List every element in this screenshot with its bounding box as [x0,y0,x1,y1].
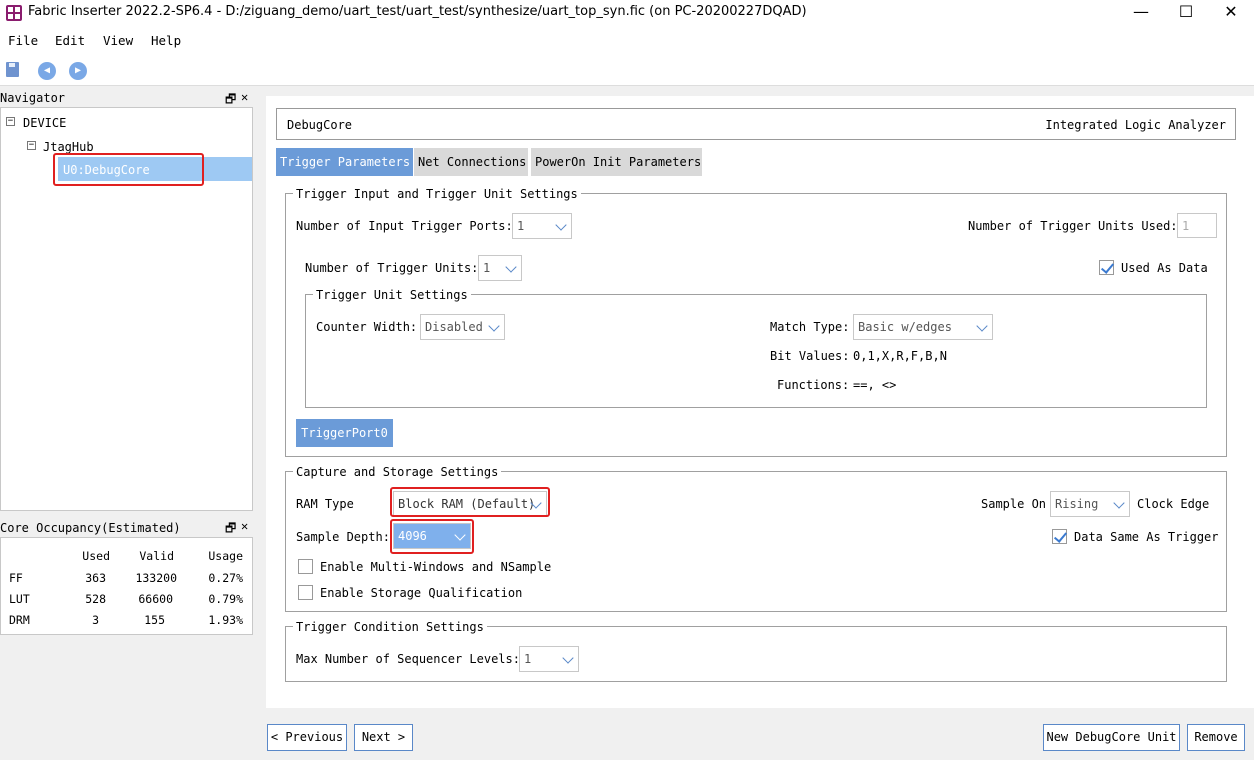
input-ports-value: 1 [517,219,525,233]
data-same-as-trigger-checkbox[interactable] [1052,529,1067,544]
arrow-left-icon[interactable]: ◀ [38,62,56,80]
chevron-down-icon [555,219,567,231]
table-cell: 66600 [138,592,173,606]
app-icon [6,5,22,21]
multi-windows-checkbox[interactable] [298,559,313,574]
units-used-label: Number of Trigger Units Used: [968,219,1178,233]
previous-button[interactable]: < Previous [267,724,347,751]
chevron-down-icon [505,261,517,273]
bit-values-label: Bit Values: [770,349,850,363]
occupancy-close-icon[interactable]: ✕ [241,519,248,533]
menu-help[interactable]: Help [151,33,181,48]
menu-bar: File Edit View Help [0,26,1254,56]
column-header-used: Used [82,549,110,563]
match-type-label: Match Type: [770,320,850,334]
trigger-unit-settings-legend: Trigger Unit Settings [313,288,471,302]
clock-edge-label: Clock Edge [1137,497,1210,511]
functions-value: ==, <> [853,378,897,392]
used-as-data-label: Used As Data [1121,261,1208,275]
title-bar: Fabric Inserter 2022.2-SP6.4 - D:/ziguan… [0,0,1254,26]
navigator-close-icon[interactable]: ✕ [241,90,248,104]
menu-view[interactable]: View [103,33,133,48]
trigger-port0-button[interactable]: TriggerPort0 [296,419,393,447]
core-header: DebugCore Integrated Logic Analyzer [276,108,1236,140]
table-row-label: LUT [9,592,30,606]
sample-on-label: Sample On [981,497,1047,511]
trigger-input-legend: Trigger Input and Trigger Unit Settings [293,187,581,201]
core-header-type: Integrated Logic Analyzer [1045,118,1226,132]
functions-label: Functions: [777,378,850,392]
highlight-box [390,487,550,517]
table-cell: 155 [144,613,165,627]
sample-on-value: Rising [1055,497,1099,511]
trigger-units-value: 1 [483,261,491,275]
arrow-right-icon[interactable]: ▶ [69,62,87,80]
multi-windows-label: Enable Multi-Windows and NSample [320,560,552,574]
maximize-button[interactable]: ☐ [1163,0,1209,26]
chevron-down-icon [1113,497,1125,509]
core-header-title: DebugCore [287,118,353,132]
chevron-down-icon [488,320,500,332]
trigger-condition-legend: Trigger Condition Settings [293,620,487,634]
counter-width-label: Counter Width: [316,320,418,334]
menu-file[interactable]: File [8,33,38,48]
highlight-box [390,519,474,554]
minimize-button[interactable]: — [1118,0,1164,26]
sample-on-select[interactable]: Rising [1050,491,1130,517]
tree-node-jtaghub[interactable]: JtagHub [43,140,94,154]
table-row-label: DRM [9,613,30,627]
collapse-icon[interactable]: − [6,117,15,126]
table-cell: 528 [85,592,106,606]
trigger-unit-settings-group [305,294,1207,408]
ram-type-label: RAM Type [296,497,354,511]
table-cell: 1.93% [208,613,243,627]
save-icon[interactable] [6,62,19,77]
table-cell: 0.27% [208,571,243,585]
table-cell: 363 [85,571,106,585]
tab-net-connections[interactable]: Net Connections [414,148,528,176]
used-as-data-checkbox[interactable] [1099,260,1114,275]
storage-qualification-checkbox[interactable] [298,585,313,600]
counter-width-select[interactable]: Disabled [420,314,505,340]
close-button[interactable]: ✕ [1208,0,1254,26]
menu-edit[interactable]: Edit [55,33,85,48]
tree-node-device[interactable]: DEVICE [23,116,66,130]
sequencer-levels-select[interactable]: 1 [519,646,579,672]
trigger-units-label: Number of Trigger Units: [305,261,479,275]
chevron-down-icon [976,320,988,332]
new-debugcore-unit-button[interactable]: New DebugCore Unit [1043,724,1180,751]
storage-qualification-label: Enable Storage Qualification [320,586,523,600]
sequencer-levels-label: Max Number of Sequencer Levels: [296,652,520,666]
match-type-value: Basic w/edges [858,320,952,334]
occupancy-title: Core Occupancy(Estimated) [0,521,181,535]
table-cell: 3 [92,613,99,627]
remove-button[interactable]: Remove [1187,724,1245,751]
sample-depth-label: Sample Depth: [296,530,390,544]
window-title: Fabric Inserter 2022.2-SP6.4 - D:/ziguan… [28,4,807,19]
input-ports-select[interactable]: 1 [512,213,572,239]
capture-storage-legend: Capture and Storage Settings [293,465,502,479]
sequencer-levels-value: 1 [524,652,532,666]
chevron-down-icon [562,652,574,664]
tab-poweron-init-parameters[interactable]: PowerOn Init Parameters [531,148,702,176]
bit-values: 0,1,X,R,F,B,N [853,349,947,363]
next-button[interactable]: Next > [354,724,413,751]
toolbar [0,56,1254,86]
input-ports-label: Number of Input Trigger Ports: [296,219,513,233]
counter-width-value: Disabled [425,320,483,334]
highlight-box [53,153,204,186]
tab-trigger-parameters[interactable]: Trigger Parameters [276,148,413,176]
data-same-as-trigger-label: Data Same As Trigger [1074,530,1219,544]
table-cell: 133200 [135,571,177,585]
units-used-field: 1 [1177,213,1217,238]
match-type-select[interactable]: Basic w/edges [853,314,993,340]
table-cell: 0.79% [208,592,243,606]
column-header-usage: Usage [208,549,243,563]
collapse-icon[interactable]: − [27,141,36,150]
navigator-title: Navigator [0,91,66,105]
column-header-valid: Valid [139,549,174,563]
table-row-label: FF [9,571,23,585]
trigger-units-select[interactable]: 1 [478,255,522,281]
